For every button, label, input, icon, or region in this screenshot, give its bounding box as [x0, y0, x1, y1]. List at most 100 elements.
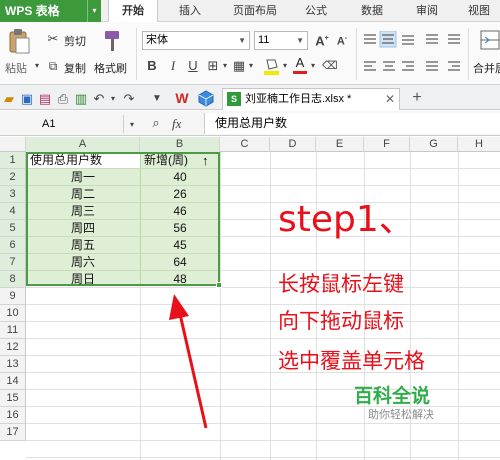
- borders-icon[interactable]: ⊞: [206, 58, 220, 74]
- chevron-down-icon[interactable]: ▼: [238, 32, 246, 49]
- row-header[interactable]: 13: [0, 356, 26, 373]
- open-folder-icon[interactable]: ▰: [2, 91, 16, 107]
- row-header[interactable]: 7: [0, 254, 26, 271]
- column-header-b[interactable]: B: [140, 137, 220, 152]
- formula-input[interactable]: 使用总用户数: [204, 113, 500, 134]
- tab-review[interactable]: 审阅: [405, 0, 449, 22]
- column-header-f[interactable]: F: [364, 137, 410, 152]
- font-name-select[interactable]: 宋体 ▼: [142, 31, 250, 50]
- cell-a5[interactable]: 周四: [26, 220, 140, 237]
- row-header[interactable]: 6: [0, 237, 26, 254]
- wps-app-menu-button[interactable]: WPS 表格 ▾: [0, 0, 101, 22]
- cell-a8[interactable]: 周日: [26, 271, 140, 288]
- bold-icon[interactable]: B: [145, 58, 159, 74]
- font-color-dropdown-icon[interactable]: ▾: [309, 58, 317, 74]
- cube-icon[interactable]: [198, 90, 214, 107]
- merge-center-button[interactable]: 合并居: [473, 60, 500, 76]
- row-header[interactable]: 12: [0, 339, 26, 356]
- cell-b1[interactable]: 新增(周) ↑: [144, 152, 209, 169]
- align-left-icon[interactable]: [362, 58, 378, 74]
- tab-home[interactable]: 开始: [108, 0, 158, 23]
- chevron-down-icon[interactable]: ▼: [296, 32, 304, 49]
- underline-icon[interactable]: U: [186, 58, 200, 74]
- cell-a4[interactable]: 周三: [26, 203, 140, 220]
- cell-b3[interactable]: 26: [140, 186, 220, 203]
- cell-b7[interactable]: 64: [140, 254, 220, 271]
- cell-b8[interactable]: 48: [140, 271, 220, 288]
- customize-toolbar-icon[interactable]: ▼: [150, 91, 164, 107]
- borders-dropdown-icon[interactable]: ▾: [221, 58, 229, 74]
- wps-home-icon[interactable]: W: [174, 90, 190, 106]
- column-header-d[interactable]: D: [270, 137, 316, 152]
- italic-icon[interactable]: I: [166, 58, 180, 74]
- cell-a6[interactable]: 周五: [26, 237, 140, 254]
- row-header[interactable]: 3: [0, 186, 26, 203]
- decrease-font-size-icon[interactable]: A-: [333, 31, 351, 50]
- align-right-icon[interactable]: [400, 58, 416, 74]
- print-icon[interactable]: ⎙: [56, 91, 70, 107]
- font-color-icon[interactable]: A: [292, 55, 308, 75]
- column-header-h[interactable]: H: [458, 137, 500, 152]
- undo-icon[interactable]: ↶: [92, 91, 106, 107]
- column-header-c[interactable]: C: [220, 137, 270, 152]
- distributed-align-icon[interactable]: [446, 58, 462, 74]
- font-size-select[interactable]: 11 ▼: [254, 31, 308, 50]
- align-middle-icon[interactable]: [380, 31, 396, 47]
- row-header[interactable]: 16: [0, 407, 26, 424]
- zoom-find-icon[interactable]: ⌕: [148, 115, 164, 131]
- row-header[interactable]: 11: [0, 322, 26, 339]
- row-header[interactable]: 9: [0, 288, 26, 305]
- cell-b5[interactable]: 56: [140, 220, 220, 237]
- row-header[interactable]: 4: [0, 203, 26, 220]
- copy-button[interactable]: 复制: [64, 60, 86, 76]
- paste-dropdown-icon[interactable]: ▾: [32, 58, 42, 74]
- align-bottom-icon[interactable]: [400, 31, 416, 47]
- print-preview-icon[interactable]: ▥: [74, 91, 88, 107]
- cell-b6[interactable]: 45: [140, 237, 220, 254]
- cell-a7[interactable]: 周六: [26, 254, 140, 271]
- tab-view[interactable]: 视图: [458, 0, 500, 22]
- justify-icon[interactable]: [424, 58, 440, 74]
- document-tab[interactable]: S 刘亚楠工作日志.xlsx * ✕: [222, 88, 400, 110]
- name-box-dropdown-icon[interactable]: ▾: [126, 117, 138, 133]
- save-icon[interactable]: ▣: [20, 91, 34, 107]
- merge-style-dropdown-icon[interactable]: ▾: [247, 58, 255, 74]
- undo-dropdown-icon[interactable]: ▾: [108, 91, 118, 107]
- align-top-icon[interactable]: [362, 31, 378, 47]
- row-header[interactable]: 2: [0, 169, 26, 186]
- export-pdf-icon[interactable]: ▤: [38, 91, 52, 107]
- row-header[interactable]: 8: [0, 271, 26, 288]
- format-painter-button[interactable]: 格式刷: [94, 60, 127, 76]
- tab-insert[interactable]: 插入: [168, 0, 212, 22]
- cut-button[interactable]: 剪切: [64, 33, 86, 49]
- row-header[interactable]: 10: [0, 305, 26, 322]
- cell-a1[interactable]: 使用总用户数: [30, 152, 102, 169]
- cell-a2[interactable]: 周一: [26, 169, 140, 186]
- fill-color-dropdown-icon[interactable]: ▾: [281, 58, 289, 74]
- tab-data[interactable]: 数据: [350, 0, 394, 22]
- redo-icon[interactable]: ↷: [122, 91, 136, 107]
- fill-color-icon[interactable]: [262, 56, 282, 76]
- row-header[interactable]: 15: [0, 390, 26, 407]
- orientation-icon[interactable]: [424, 31, 440, 47]
- new-tab-icon[interactable]: +: [409, 90, 425, 106]
- merge-style-icon[interactable]: ▦: [232, 58, 246, 74]
- paste-button[interactable]: 粘贴: [4, 28, 34, 78]
- increase-font-size-icon[interactable]: A+: [313, 31, 331, 49]
- tab-page-layout[interactable]: 页面布局: [222, 0, 288, 22]
- column-header-e[interactable]: E: [316, 137, 364, 152]
- insert-function-button[interactable]: fx: [172, 115, 192, 133]
- wrap-text-icon[interactable]: [446, 31, 462, 47]
- column-header-a[interactable]: A: [26, 137, 140, 152]
- name-box[interactable]: A1: [2, 115, 124, 133]
- cell-b2[interactable]: 40: [140, 169, 220, 186]
- align-center-icon[interactable]: [382, 58, 398, 74]
- select-all-corner[interactable]: [0, 137, 26, 152]
- close-icon[interactable]: ✕: [385, 89, 395, 109]
- column-header-g[interactable]: G: [410, 137, 458, 152]
- clear-format-icon[interactable]: ⌫: [322, 58, 338, 74]
- tab-formulas[interactable]: 公式: [296, 0, 336, 22]
- cell-a3[interactable]: 周二: [26, 186, 140, 203]
- row-header[interactable]: 5: [0, 220, 26, 237]
- row-header[interactable]: 14: [0, 373, 26, 390]
